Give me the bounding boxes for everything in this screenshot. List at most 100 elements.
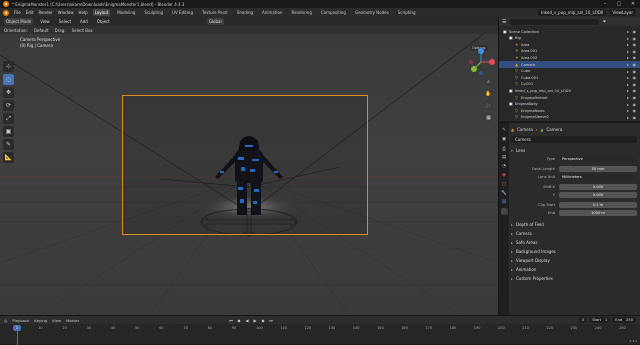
view-layer-field[interactable]: ViewLayer: [609, 9, 636, 16]
modifier-tab-icon[interactable]: 🔧: [501, 190, 508, 197]
grid-view-icon[interactable]: ▦: [484, 113, 493, 122]
render-camera-icon[interactable]: ▸: [627, 115, 629, 120]
transform-tool-icon[interactable]: ▣: [3, 126, 14, 137]
cursor-tool-icon[interactable]: ⊹: [3, 61, 14, 72]
visibility-eye-icon[interactable]: ◉: [633, 69, 637, 74]
render-camera-icon[interactable]: ▸: [627, 108, 629, 113]
scale-tool-icon[interactable]: ⤢: [3, 113, 14, 124]
render-camera-icon[interactable]: ▸: [627, 42, 629, 47]
visibility-eye-icon[interactable]: ◉: [633, 29, 637, 34]
tab-layout[interactable]: Layout: [92, 9, 111, 16]
menu-view[interactable]: View: [38, 18, 52, 25]
visibility-eye-icon[interactable]: ◉: [633, 115, 637, 120]
measure-tool-icon[interactable]: 📐: [3, 152, 14, 163]
tab-scripting[interactable]: Scripting: [396, 9, 418, 16]
menu-marker[interactable]: Marker: [66, 318, 79, 323]
camera-view-icon[interactable]: 🎥: [484, 101, 493, 110]
render-tab-icon[interactable]: ▣: [501, 136, 508, 143]
transform-orientation[interactable]: Global: [206, 18, 224, 25]
render-camera-icon[interactable]: ▸: [627, 36, 629, 41]
maximize-button[interactable]: ▢: [612, 0, 626, 8]
visibility-eye-icon[interactable]: ◉: [633, 88, 637, 93]
display-mode-icon[interactable]: ☰: [502, 19, 506, 25]
playhead[interactable]: 1: [13, 325, 21, 331]
tab-sculpting[interactable]: Sculpting: [142, 9, 165, 16]
blender-menu-icon[interactable]: [3, 9, 9, 16]
navigation-gizmo-icon[interactable]: [466, 47, 496, 77]
tab-geometry-nodes[interactable]: Geometry Nodes: [353, 9, 391, 16]
prev-keyframe-icon[interactable]: ◆: [236, 318, 242, 323]
tab-texture-paint[interactable]: Texture Paint: [200, 9, 230, 16]
menu-file[interactable]: File: [14, 10, 21, 15]
lens-unit-dropdown[interactable]: Millimeters: [559, 173, 637, 180]
outliner-row[interactable]: ▽ EnigmaSleeve2 ▸ ◉: [499, 114, 640, 121]
visibility-eye-icon[interactable]: ◉: [633, 108, 637, 113]
camera-name-field[interactable]: Camera: [511, 136, 637, 143]
scene-field[interactable]: Inked_s_pup_mip_anl_10_LOD0: [538, 9, 607, 16]
play-icon[interactable]: ▶: [252, 318, 258, 323]
drag-dropdown[interactable]: Select Box: [72, 28, 93, 33]
3d-viewport[interactable]: Object Mode View Select Add Object Globa…: [0, 17, 498, 315]
menu-window[interactable]: Window: [58, 10, 74, 15]
start-frame-field[interactable]: Start 1: [589, 317, 611, 323]
tab-uv-editing[interactable]: UV Editing: [170, 9, 195, 16]
menu-help[interactable]: Help: [78, 10, 87, 15]
outliner-search-input[interactable]: [509, 18, 600, 25]
rotate-tool-icon[interactable]: ⟳: [3, 100, 14, 111]
render-camera-icon[interactable]: ▸: [627, 49, 629, 54]
camera-data-tab-icon[interactable]: 🎥: [500, 208, 508, 215]
zoom-icon[interactable]: ⌕: [484, 77, 493, 86]
menu-edit[interactable]: Edit: [26, 10, 34, 15]
render-camera-icon[interactable]: ▸: [627, 82, 629, 87]
shift-y-input[interactable]: 0.000: [559, 191, 637, 198]
visibility-eye-icon[interactable]: ◉: [633, 102, 637, 107]
select-box-tool-icon[interactable]: ◌: [3, 74, 14, 85]
section-viewport-display[interactable]: ▸ Viewport Display: [511, 257, 637, 264]
visibility-eye-icon[interactable]: ◉: [633, 49, 637, 54]
visibility-eye-icon[interactable]: ◉: [633, 82, 637, 87]
focal-length-input[interactable]: 50 mm: [559, 165, 637, 172]
constraints-tab-icon[interactable]: ⛓: [501, 199, 508, 206]
menu-select[interactable]: Select: [57, 18, 73, 25]
render-camera-icon[interactable]: ▸: [627, 75, 629, 80]
annotate-tool-icon[interactable]: ✎: [3, 139, 14, 150]
pan-icon[interactable]: ✋: [484, 89, 493, 98]
menu-render[interactable]: Render: [38, 10, 52, 15]
section-depth-of-field[interactable]: ▸ Depth of Field: [511, 221, 637, 228]
scene-tab-icon[interactable]: ◔: [501, 163, 508, 170]
render-camera-icon[interactable]: ▸: [627, 29, 629, 34]
mode-selector[interactable]: Object Mode: [4, 18, 34, 25]
minimize-button[interactable]: –: [598, 0, 612, 8]
tab-shading[interactable]: Shading: [235, 9, 255, 16]
orientation-dropdown[interactable]: Default: [34, 28, 49, 33]
tab-modeling[interactable]: Modeling: [115, 9, 137, 16]
clip-end-input[interactable]: 1000 m: [559, 209, 637, 216]
next-keyframe-icon[interactable]: ◆: [260, 318, 266, 323]
render-camera-icon[interactable]: ▸: [627, 62, 629, 67]
render-camera-icon[interactable]: ▸: [627, 55, 629, 60]
section-safe-areas[interactable]: ▸ Safe Areas: [511, 239, 637, 246]
type-dropdown[interactable]: Perspective: [559, 155, 637, 162]
menu-view[interactable]: View: [52, 318, 61, 323]
shift-x-input[interactable]: 0.000: [559, 183, 637, 190]
visibility-eye-icon[interactable]: ◉: [633, 55, 637, 60]
tab-animation[interactable]: Animation: [260, 9, 284, 16]
tool-tab-icon[interactable]: ✎: [501, 127, 508, 134]
jump-start-icon[interactable]: ⏮: [228, 318, 234, 323]
menu-keying[interactable]: Keying: [34, 318, 47, 323]
render-camera-icon[interactable]: ▸: [627, 95, 629, 100]
visibility-eye-icon[interactable]: ◉: [633, 36, 637, 41]
end-frame-field[interactable]: End 250: [612, 317, 636, 323]
clip-start-input[interactable]: 0.1 m: [559, 201, 637, 208]
visibility-eye-icon[interactable]: ◉: [633, 75, 637, 80]
visibility-eye-icon[interactable]: ◉: [633, 42, 637, 47]
jump-end-icon[interactable]: ⏭: [268, 318, 274, 323]
tab-compositing[interactable]: Compositing: [319, 9, 348, 16]
visibility-eye-icon[interactable]: ◉: [633, 62, 637, 67]
section-custom-properties[interactable]: ▸ Custom Properties: [511, 275, 637, 282]
timeline-editor-icon[interactable]: ◷: [4, 318, 7, 323]
world-tab-icon[interactable]: ◉: [501, 172, 508, 179]
section-camera[interactable]: ▸ Camera: [511, 230, 637, 237]
current-frame-field[interactable]: 0: [578, 317, 588, 323]
section-animation[interactable]: ▸ Animation: [511, 266, 637, 273]
